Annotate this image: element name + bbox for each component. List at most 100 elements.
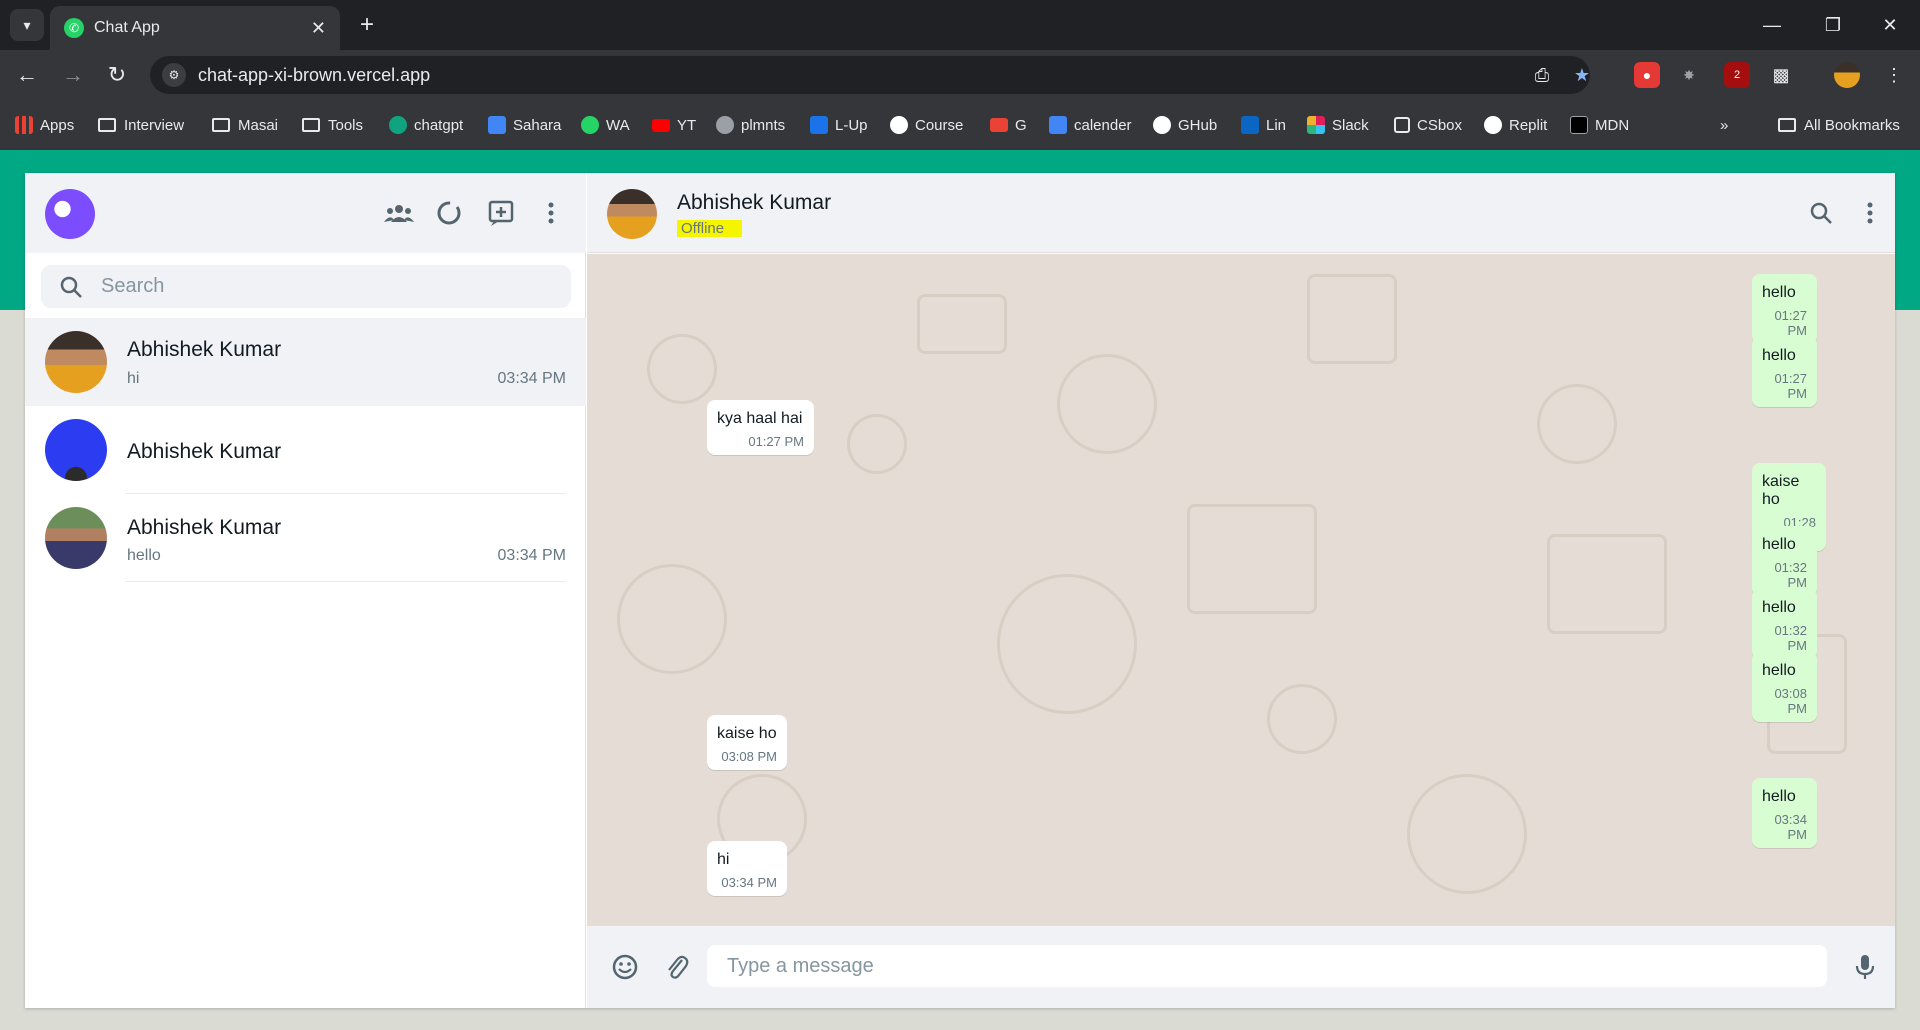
bookmark-star-icon[interactable]: ★ bbox=[1568, 62, 1596, 88]
wallpaper-doodle bbox=[1547, 534, 1667, 634]
replit-icon bbox=[1484, 116, 1502, 134]
sidebar: Abhishek Kumar hi 03:34 PM Abhishek Kuma… bbox=[25, 173, 586, 1008]
wallpaper-doodle bbox=[847, 414, 907, 474]
extensions-puzzle-icon[interactable]: ▩ bbox=[1768, 62, 1794, 88]
browser-tab[interactable]: ✆ Chat App ✕ bbox=[50, 6, 340, 50]
square-icon bbox=[1394, 117, 1410, 133]
lu-icon bbox=[810, 116, 828, 134]
folder-icon bbox=[302, 118, 320, 132]
bookmark-plmnts[interactable]: plmnts bbox=[716, 115, 785, 135]
last-message: hi bbox=[127, 370, 140, 387]
message-bubble-outgoing[interactable]: hello 01:32 PM bbox=[1752, 589, 1817, 659]
new-tab-button[interactable]: + bbox=[352, 10, 382, 40]
contact-avatar bbox=[45, 507, 107, 569]
bookmark-wa[interactable]: WA bbox=[581, 115, 630, 135]
wallpaper-doodle bbox=[917, 294, 1007, 354]
emoji-icon[interactable] bbox=[607, 949, 643, 985]
install-app-icon[interactable]: ⎙ bbox=[1528, 62, 1556, 88]
bookmark-ghub[interactable]: GHub bbox=[1153, 115, 1217, 135]
contact-avatar[interactable] bbox=[607, 189, 657, 239]
bookmark-calender[interactable]: calender bbox=[1049, 115, 1132, 135]
conversation-contact-name[interactable]: Abhishek Kumar bbox=[677, 191, 831, 215]
message-bubble-outgoing[interactable]: hello 01:27 PM bbox=[1752, 337, 1817, 407]
chat-list-item[interactable]: Abhishek Kumar bbox=[25, 406, 586, 494]
microphone-icon[interactable] bbox=[1847, 949, 1883, 985]
browser-toolbar: ← → ↻ ⚙ chat-app-xi-brown.vercel.app ⎙ ★… bbox=[0, 50, 1920, 100]
bookmark-interview[interactable]: Interview bbox=[98, 115, 184, 135]
chat-app: Abhishek Kumar hi 03:34 PM Abhishek Kuma… bbox=[25, 173, 1895, 1008]
search-icon bbox=[41, 265, 101, 308]
message-text: hello bbox=[1762, 284, 1796, 301]
tab-search-button[interactable]: ▾ bbox=[10, 9, 44, 41]
more-bookmarks-icon[interactable]: » bbox=[1720, 115, 1728, 135]
message-text: hello bbox=[1762, 599, 1796, 616]
contact-name: Abhishek Kumar bbox=[127, 440, 282, 463]
back-button[interactable]: ← bbox=[12, 60, 42, 90]
whatsapp-icon: ✆ bbox=[64, 18, 84, 38]
message-composer bbox=[587, 926, 1895, 1008]
profile-avatar[interactable] bbox=[1834, 62, 1860, 88]
message-text: hello bbox=[1762, 662, 1796, 679]
bookmark-mdn[interactable]: MDN bbox=[1570, 115, 1629, 135]
wallpaper-doodle bbox=[617, 564, 727, 674]
ublock-icon[interactable]: ● bbox=[1634, 62, 1660, 88]
message-bubble-incoming[interactable]: kaise ho 03:08 PM bbox=[707, 715, 787, 770]
message-bubble-outgoing[interactable]: hello 03:08 PM bbox=[1752, 652, 1817, 722]
search-messages-icon[interactable] bbox=[1803, 195, 1839, 231]
site-info-icon[interactable]: ⚙ bbox=[162, 63, 186, 87]
bookmark-yt[interactable]: YT bbox=[652, 115, 696, 135]
forward-button[interactable]: → bbox=[58, 60, 88, 90]
search-input[interactable] bbox=[101, 275, 541, 298]
bookmark-chatgpt[interactable]: chatgpt bbox=[389, 115, 463, 135]
message-bubble-incoming[interactable]: kya haal hai 01:27 PM bbox=[707, 400, 814, 455]
minimize-button[interactable]: — bbox=[1752, 10, 1792, 40]
reload-button[interactable]: ↻ bbox=[102, 60, 132, 90]
bookmark-course[interactable]: Course bbox=[890, 115, 963, 135]
message-time: 03:08 PM bbox=[1774, 686, 1807, 716]
browser-menu-icon[interactable]: ⋮ bbox=[1880, 62, 1908, 88]
chat-list-item[interactable]: Abhishek Kumar hi 03:34 PM bbox=[25, 318, 586, 406]
message-bubble-outgoing[interactable]: hello 01:32 PM bbox=[1752, 526, 1817, 596]
youtube-icon bbox=[652, 118, 670, 132]
bookmark-lin[interactable]: Lin bbox=[1241, 115, 1286, 135]
bookmark-apps[interactable]: Apps bbox=[15, 115, 74, 135]
bug-extension-icon[interactable]: ✸ bbox=[1676, 62, 1702, 88]
chevron-down-icon: ▾ bbox=[23, 16, 31, 33]
message-bubble-outgoing[interactable]: hello 01:27 PM bbox=[1752, 274, 1817, 344]
mdn-icon bbox=[1570, 116, 1588, 134]
message-bubble-incoming[interactable]: hi 03:34 PM bbox=[707, 841, 787, 896]
sidebar-menu-icon[interactable] bbox=[533, 195, 569, 231]
message-time: 01:32 PM bbox=[1774, 560, 1807, 590]
bookmark-tools[interactable]: Tools bbox=[302, 115, 363, 135]
restore-button[interactable]: ❐ bbox=[1813, 10, 1853, 40]
all-bookmarks[interactable]: All Bookmarks bbox=[1778, 115, 1900, 135]
message-text: kaise ho bbox=[717, 725, 777, 742]
new-chat-icon[interactable] bbox=[483, 195, 519, 231]
message-bubble-outgoing[interactable]: hello 03:34 PM bbox=[1752, 778, 1817, 848]
tab-title: Chat App bbox=[94, 19, 160, 36]
bookmark-masai[interactable]: Masai bbox=[212, 115, 278, 135]
my-avatar[interactable] bbox=[45, 189, 95, 239]
bookmark-sahara[interactable]: Sahara bbox=[488, 115, 561, 135]
extension-badge-icon[interactable]: 2 bbox=[1724, 62, 1750, 88]
message-list[interactable]: hello 01:27 PM hello 01:27 PM kya haal h… bbox=[587, 254, 1895, 926]
message-time: 01:27 PM bbox=[748, 434, 804, 449]
community-icon[interactable] bbox=[381, 195, 417, 231]
status-icon[interactable] bbox=[431, 195, 467, 231]
address-bar[interactable]: ⚙ chat-app-xi-brown.vercel.app bbox=[150, 56, 1590, 94]
folder-icon bbox=[212, 118, 230, 132]
slack-icon bbox=[1307, 116, 1325, 134]
message-input[interactable] bbox=[707, 945, 1827, 987]
conversation-menu-icon[interactable] bbox=[1852, 195, 1888, 231]
doc-icon bbox=[488, 116, 506, 134]
bookmark-g[interactable]: G bbox=[990, 115, 1027, 135]
bookmark-replit[interactable]: Replit bbox=[1484, 115, 1547, 135]
close-window-button[interactable]: ✕ bbox=[1870, 10, 1910, 40]
bookmark-slack[interactable]: Slack bbox=[1307, 115, 1369, 135]
chat-list-item[interactable]: Abhishek Kumar hello 03:34 PM bbox=[25, 494, 586, 582]
contact-avatar bbox=[45, 331, 107, 393]
close-tab-icon[interactable]: ✕ bbox=[311, 18, 326, 39]
bookmark-l-up[interactable]: L-Up bbox=[810, 115, 868, 135]
attach-icon[interactable] bbox=[659, 949, 695, 985]
bookmark-csbox[interactable]: CSbox bbox=[1394, 115, 1462, 135]
